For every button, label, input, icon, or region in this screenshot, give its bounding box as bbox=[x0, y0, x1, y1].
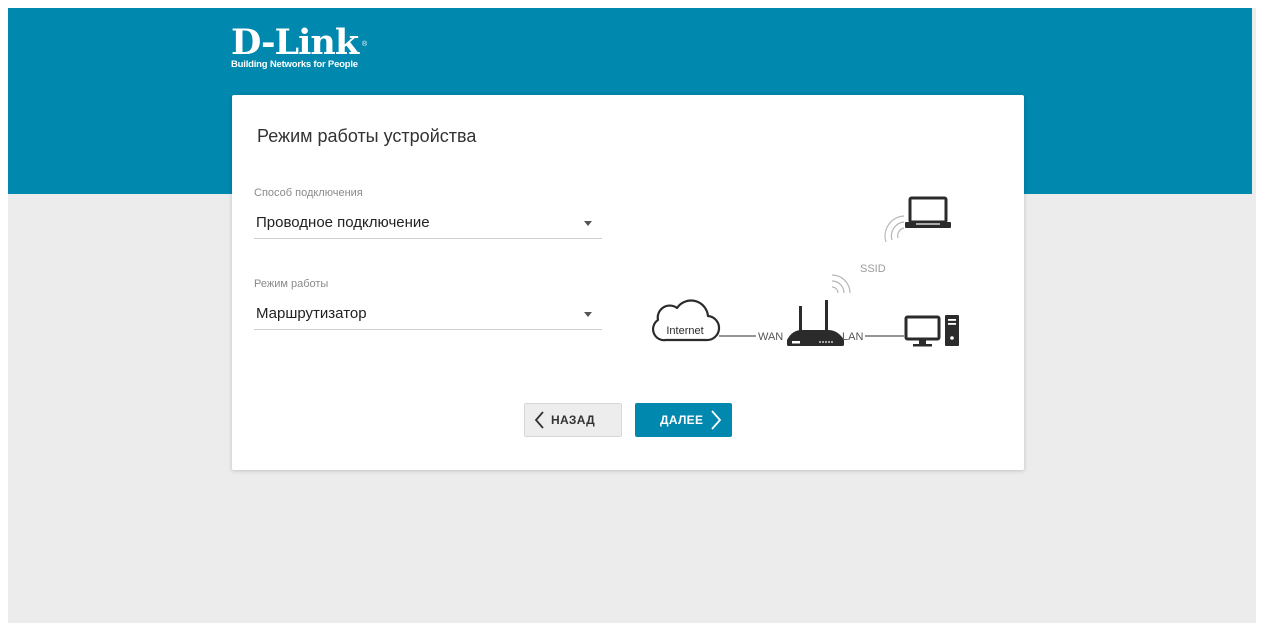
cloud-icon: Internet bbox=[651, 299, 721, 342]
work-mode-value: Маршрутизатор bbox=[256, 305, 367, 322]
connection-type-label: Способ подключения bbox=[254, 187, 363, 199]
registered-mark: ® bbox=[361, 41, 367, 48]
page-title: Режим работы устройства bbox=[257, 126, 477, 146]
work-mode-field: Режим работы Маршрутизатор bbox=[254, 278, 602, 330]
network-diagram: SSID Internet WAN LAN bbox=[651, 196, 959, 347]
page-viewport: D-Link ® Building Networks for People Реж… bbox=[8, 8, 1256, 623]
chevron-left-icon bbox=[534, 411, 544, 429]
chevron-down-icon bbox=[584, 312, 592, 317]
next-button-label: ДАЛЕЕ bbox=[660, 413, 704, 427]
chevron-right-icon bbox=[711, 410, 722, 430]
chevron-down-icon bbox=[584, 221, 592, 226]
laptop-icon bbox=[905, 196, 951, 228]
connection-type-select[interactable]: Проводное подключение bbox=[254, 208, 602, 239]
dlink-logo: D-Link ® Building Networks for People bbox=[231, 22, 367, 70]
device-mode-card: Режим работы устройства Способ подключен… bbox=[232, 95, 1024, 470]
next-button[interactable]: ДАЛЕЕ bbox=[635, 403, 732, 437]
router-wifi-signal-icon bbox=[831, 274, 851, 294]
back-button-label: НАЗАД bbox=[551, 413, 596, 427]
internet-label: Internet bbox=[666, 325, 703, 337]
connection-type-value: Проводное подключение bbox=[256, 214, 430, 231]
lan-label: LAN bbox=[842, 331, 863, 343]
ssid-label: SSID bbox=[860, 263, 886, 275]
router-icon bbox=[787, 300, 844, 346]
work-mode-label: Режим работы bbox=[254, 278, 329, 290]
connection-type-field: Способ подключения Проводное подключение bbox=[254, 187, 602, 239]
wan-label: WAN bbox=[758, 331, 783, 343]
logo-wordmark: D-Link ® bbox=[231, 22, 367, 63]
desktop-computer-icon bbox=[904, 315, 959, 347]
work-mode-select[interactable]: Маршрутизатор bbox=[254, 299, 602, 330]
wifi-signal-icon bbox=[884, 215, 905, 243]
back-button[interactable]: НАЗАД bbox=[524, 403, 622, 437]
